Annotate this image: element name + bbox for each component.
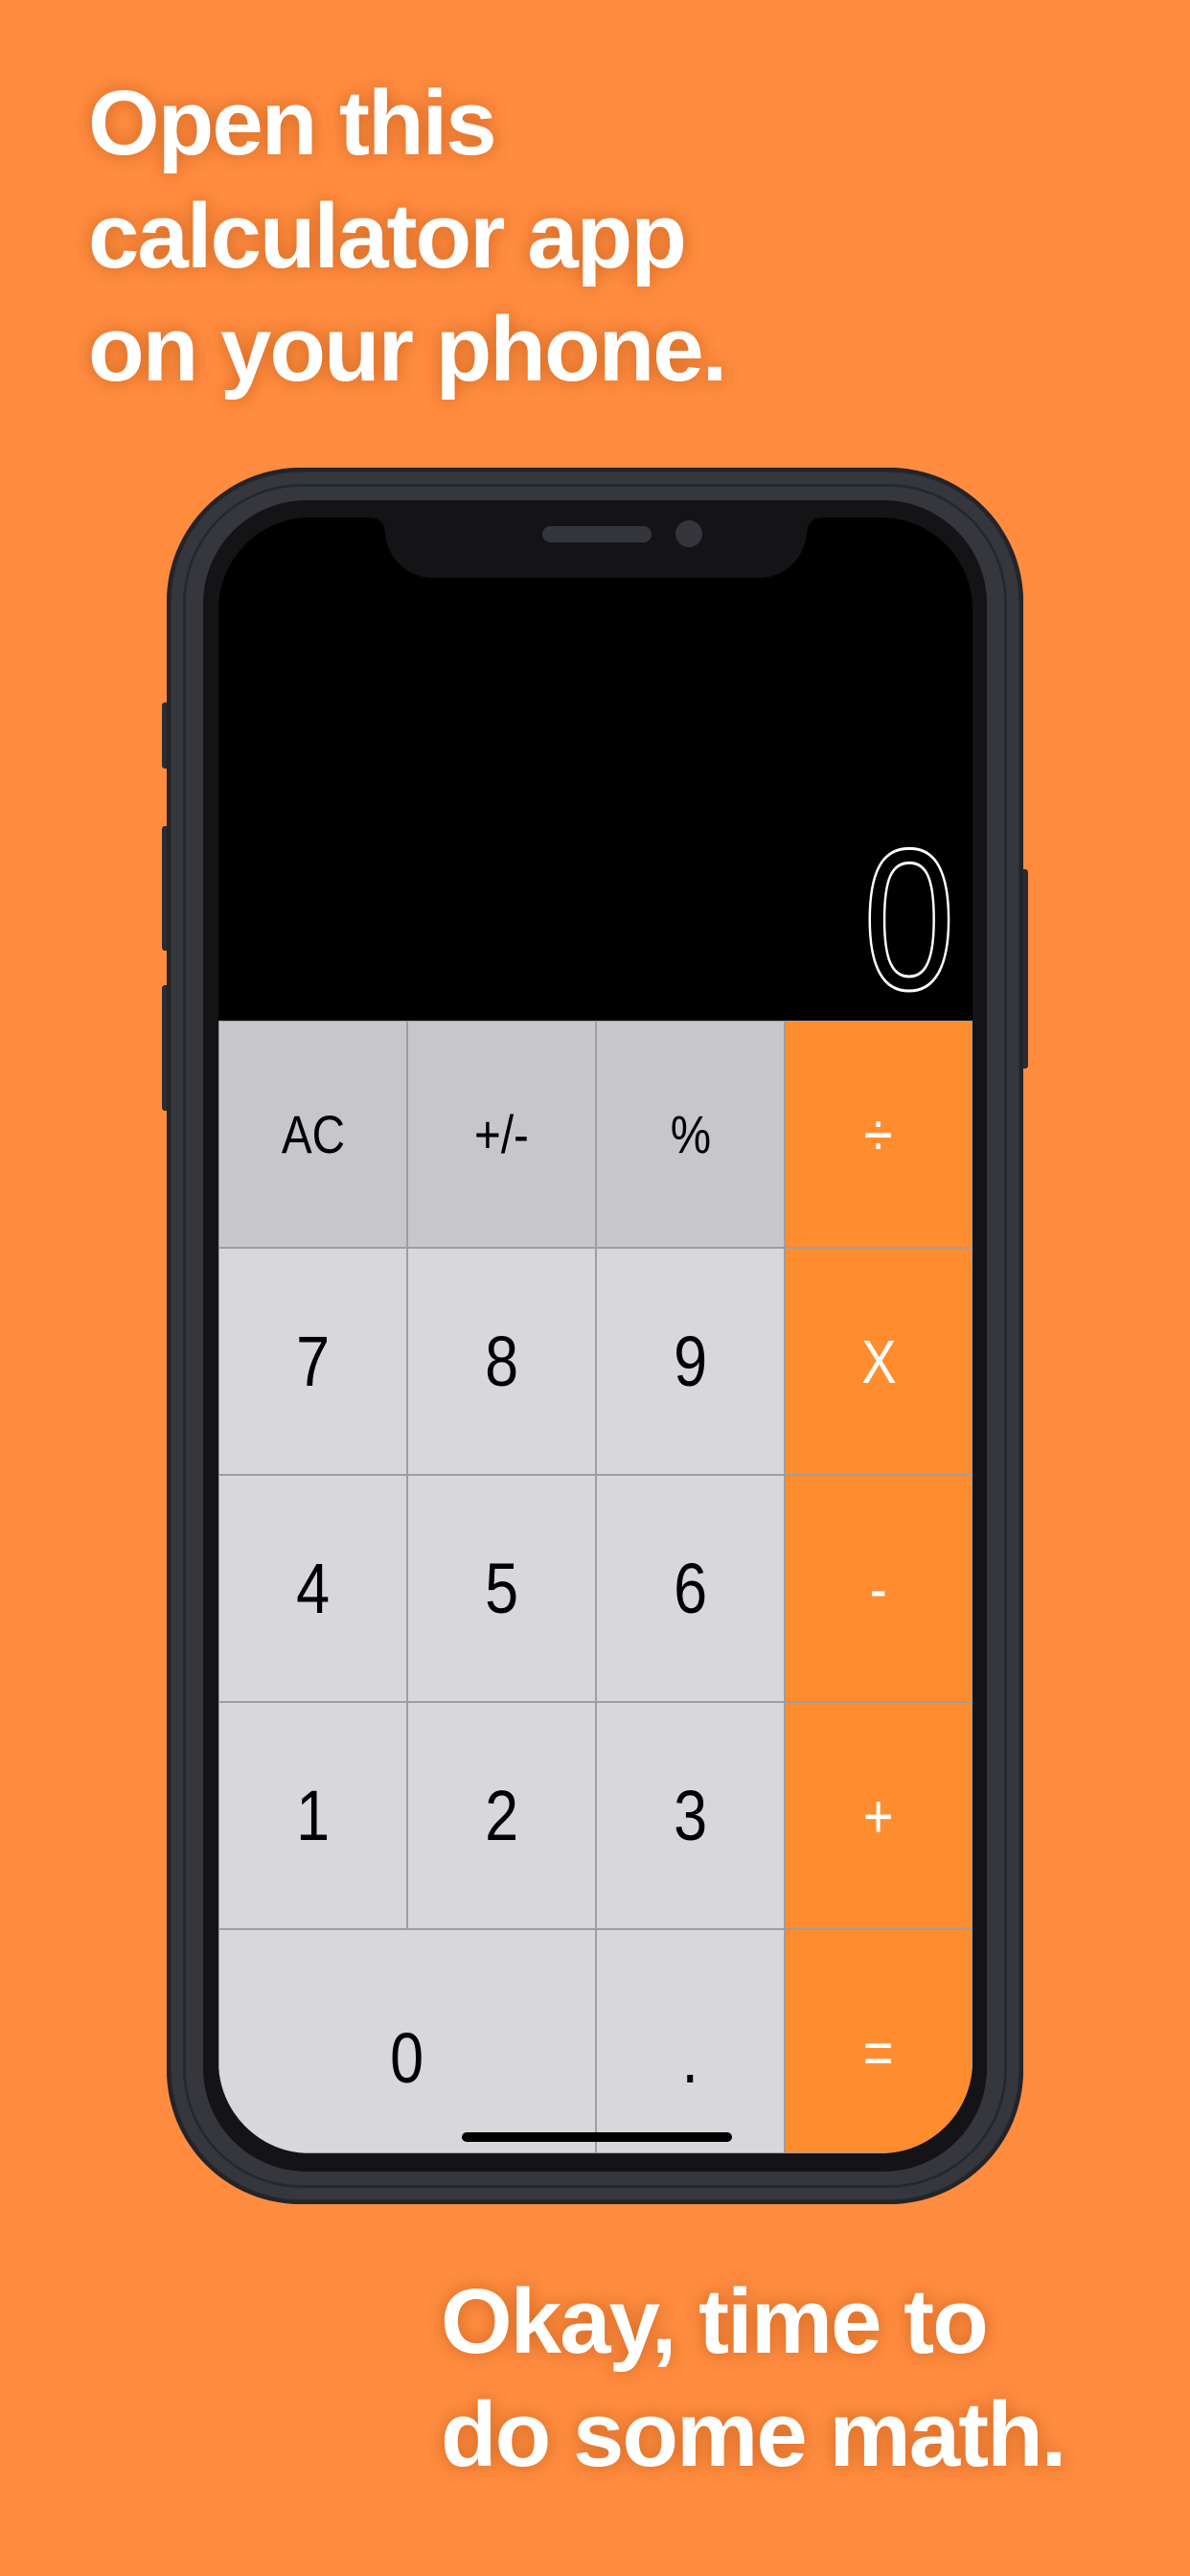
multiply-button[interactable]: X (785, 1248, 973, 1475)
subtract-icon: - (869, 1553, 888, 1623)
speaker-icon (542, 526, 652, 542)
divide-icon: ÷ (864, 1099, 893, 1169)
digit-label: 9 (674, 1322, 707, 1401)
digit-label: 4 (296, 1549, 330, 1628)
display-value: 0 (862, 807, 956, 1032)
digit-6-button[interactable]: 6 (596, 1475, 785, 1702)
digit-9-button[interactable]: 9 (596, 1248, 785, 1475)
digit-5-button[interactable]: 5 (407, 1475, 596, 1702)
decimal-button[interactable]: . (596, 1929, 785, 2153)
sign-toggle-button[interactable]: +/- (407, 1021, 596, 1248)
percent-button[interactable]: % (596, 1021, 785, 1248)
subtract-button[interactable]: - (785, 1475, 973, 1702)
digit-4-button[interactable]: 4 (218, 1475, 407, 1702)
digit-3-button[interactable]: 3 (596, 1702, 785, 1929)
bottom-caption: Okay, time to do some math. (441, 2266, 1066, 2492)
keypad: AC +/- % ÷ 7 8 9 X 4 5 6 - 1 2 3 + 0 . = (218, 1021, 973, 2153)
digit-label: 6 (674, 1549, 707, 1628)
digit-label: 7 (296, 1322, 330, 1401)
digit-0-button[interactable]: 0 (218, 1929, 596, 2153)
home-indicator[interactable] (462, 2132, 732, 2142)
camera-icon (675, 520, 702, 547)
equals-icon: = (863, 2018, 894, 2087)
clear-button[interactable]: AC (218, 1021, 407, 1248)
multiply-icon: X (860, 1326, 897, 1396)
top-caption-line-2: calculator app (88, 185, 687, 288)
digit-2-button[interactable]: 2 (407, 1702, 596, 1929)
percent-label: % (670, 1104, 711, 1164)
phone-frame: 0 AC +/- % ÷ 7 8 9 X 4 5 6 - 1 2 3 + 0 .… (167, 468, 1023, 2204)
clear-label: AC (281, 1104, 345, 1164)
digit-label: 0 (390, 2018, 424, 2098)
digit-7-button[interactable]: 7 (218, 1248, 407, 1475)
bottom-caption-line-2: do some math. (441, 2383, 1066, 2486)
notch (372, 518, 820, 578)
top-caption: Open this calculator app on your phone. (88, 67, 727, 406)
digit-1-button[interactable]: 1 (218, 1702, 407, 1929)
top-caption-line-3: on your phone. (88, 298, 727, 401)
digit-label: 2 (485, 1776, 518, 1855)
divide-button[interactable]: ÷ (785, 1021, 973, 1248)
phone-screen: 0 AC +/- % ÷ 7 8 9 X 4 5 6 - 1 2 3 + 0 .… (218, 518, 973, 2153)
digit-label: 1 (296, 1776, 330, 1855)
calculator-display: 0 (218, 518, 973, 1032)
digit-label: 5 (485, 1549, 518, 1628)
add-button[interactable]: + (785, 1702, 973, 1929)
sign-toggle-label: +/- (474, 1104, 529, 1164)
top-caption-line-1: Open this (88, 72, 497, 174)
decimal-label: . (681, 2018, 699, 2098)
digit-label: 3 (674, 1776, 707, 1855)
equals-button[interactable]: = (785, 1929, 973, 2153)
digit-8-button[interactable]: 8 (407, 1248, 596, 1475)
digit-label: 8 (485, 1322, 518, 1401)
bottom-caption-line-1: Okay, time to (441, 2270, 989, 2373)
add-icon: + (863, 1781, 894, 1851)
